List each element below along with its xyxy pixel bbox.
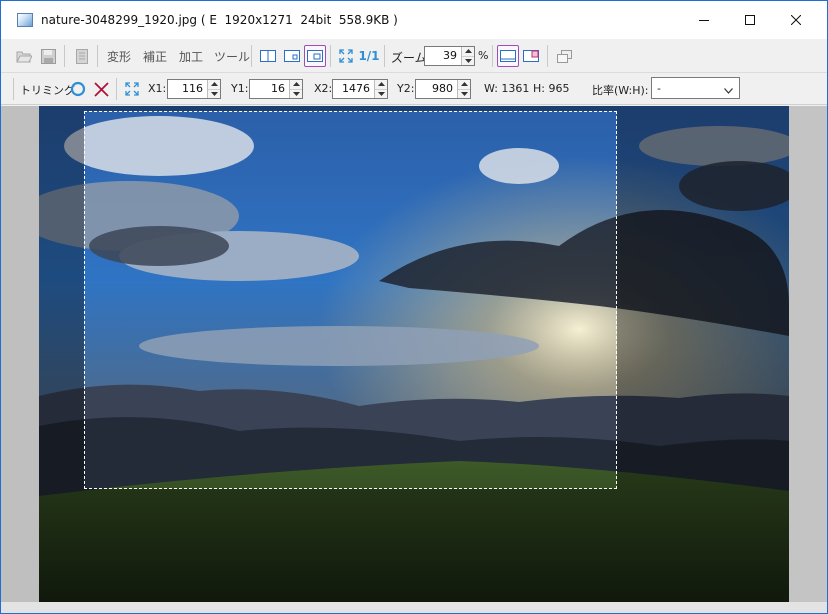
close-button[interactable] — [773, 1, 819, 39]
fit-ratio-icon[interactable]: 1/1 — [358, 45, 380, 67]
layout-right-icon[interactable] — [520, 45, 542, 67]
spin-down-icon[interactable] — [375, 88, 387, 99]
x1-value[interactable]: 116 — [168, 80, 207, 98]
y1-value[interactable]: 16 — [250, 80, 289, 98]
copy-icon[interactable] — [71, 45, 93, 67]
dim-overlay-right — [617, 111, 789, 489]
view-window-icon[interactable] — [281, 45, 303, 67]
fit-selection-icon[interactable] — [121, 78, 143, 100]
height-readout: H: 965 — [533, 82, 570, 95]
view-panel-icon[interactable] — [304, 45, 326, 67]
photo-preview[interactable] — [39, 106, 789, 602]
y1-label: Y1: — [231, 82, 249, 95]
menu-process[interactable]: 加工 — [179, 48, 203, 65]
save-icon[interactable] — [37, 45, 59, 67]
spin-up-icon[interactable] — [375, 80, 387, 89]
maximize-button[interactable] — [727, 1, 773, 39]
canvas-margin-right — [789, 106, 827, 602]
spin-up-icon[interactable] — [458, 80, 470, 89]
trim-toolbar: トリミング X1: 116 Y1: 16 X2: 1476 Y2: 980 W:… — [1, 73, 827, 105]
window-icon[interactable] — [553, 45, 575, 67]
ok-circle-icon[interactable] — [67, 78, 89, 100]
spin-down-icon[interactable] — [458, 88, 470, 99]
toolbar-separator — [97, 45, 98, 67]
toolbar-separator — [116, 78, 117, 100]
x2-label: X2: — [314, 82, 333, 95]
app-window: nature-3048299_1920.jpg ( E 1920x1271 24… — [0, 0, 828, 614]
toolbar-separator — [64, 45, 65, 67]
fit-icon[interactable] — [335, 45, 357, 67]
window-title: nature-3048299_1920.jpg ( E 1920x1271 24… — [41, 13, 398, 27]
ratio-select-value: - — [657, 81, 661, 95]
cancel-x-icon[interactable] — [90, 78, 112, 100]
spin-down-icon[interactable] — [290, 88, 302, 99]
chevron-down-icon — [724, 84, 733, 97]
trim-selection-rectangle[interactable] — [84, 111, 617, 489]
y2-label: Y2: — [397, 82, 415, 95]
title-bar: nature-3048299_1920.jpg ( E 1920x1271 24… — [1, 1, 827, 39]
toolbar-separator — [547, 45, 548, 67]
spin-down-icon[interactable] — [208, 88, 220, 99]
y2-spinbox[interactable]: 980 — [415, 79, 471, 99]
toolbar-separator — [330, 45, 331, 67]
minimize-button[interactable] — [681, 1, 727, 39]
dim-overlay-bottom — [39, 489, 789, 602]
app-icon — [17, 13, 33, 27]
spin-up-icon[interactable] — [208, 80, 220, 89]
menu-tools[interactable]: ツール — [214, 48, 250, 65]
zoom-value[interactable]: 39 — [425, 47, 461, 65]
x1-spinbox[interactable]: 116 — [167, 79, 221, 99]
spin-up-icon[interactable] — [290, 80, 302, 89]
ratio-select[interactable]: - — [651, 77, 740, 99]
view-split-icon[interactable] — [257, 45, 279, 67]
width-readout: W: 1361 — [484, 82, 530, 95]
toolbar-separator — [251, 45, 252, 67]
y2-value[interactable]: 980 — [416, 80, 457, 98]
image-canvas[interactable] — [1, 106, 827, 613]
x2-value[interactable]: 1476 — [333, 80, 374, 98]
layout-bottom-icon[interactable] — [497, 45, 519, 67]
menu-correct[interactable]: 補正 — [143, 48, 167, 65]
main-toolbar: 変形 補正 加工 ツール 1/1 ズーム: 39 % — [1, 40, 827, 73]
open-icon[interactable] — [13, 45, 35, 67]
zoom-unit: % — [478, 49, 489, 62]
toolbar-separator — [384, 45, 385, 67]
toolbar-grip — [13, 78, 14, 100]
spin-down-icon[interactable] — [462, 55, 474, 66]
spin-up-icon[interactable] — [462, 47, 474, 56]
x1-label: X1: — [148, 82, 167, 95]
toolbar-separator — [492, 45, 493, 67]
menu-transform[interactable]: 変形 — [107, 48, 131, 65]
zoom-spinbox[interactable]: 39 — [424, 46, 475, 66]
dim-overlay-left — [39, 111, 84, 489]
y1-spinbox[interactable]: 16 — [249, 79, 303, 99]
x2-spinbox[interactable]: 1476 — [332, 79, 388, 99]
canvas-margin-bottom — [1, 602, 827, 613]
ratio-label: 比率(W:H): — [592, 84, 649, 97]
fit-ratio-label: 1/1 — [358, 49, 380, 63]
